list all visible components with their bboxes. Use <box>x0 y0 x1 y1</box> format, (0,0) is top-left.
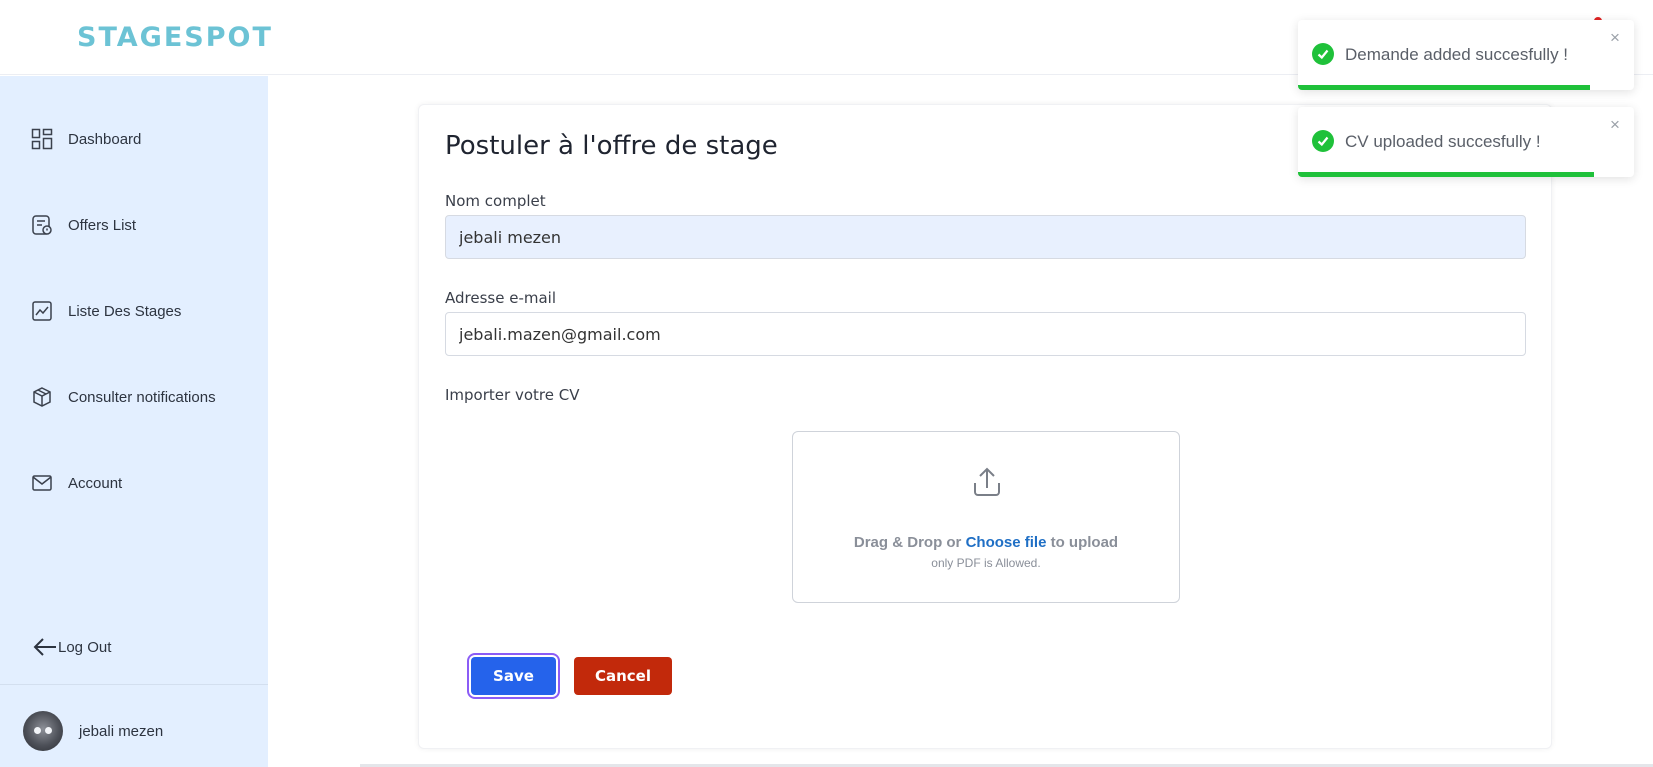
dashboard-grid-icon <box>30 127 54 151</box>
name-field-label: Nom complet <box>445 192 546 210</box>
sidebar-item-account[interactable]: Account <box>30 468 122 498</box>
page-title: Postuler à l'offre de stage <box>445 131 778 161</box>
logout-button[interactable]: Log Out <box>32 636 111 658</box>
sidebar-item-label: Dashboard <box>68 130 142 148</box>
cv-upload-label: Importer votre CV <box>445 386 580 404</box>
cv-dropzone[interactable]: Drag & Drop or Choose file to upload onl… <box>792 431 1180 603</box>
upload-icon <box>969 464 1005 500</box>
sidebar-item-label: Offers List <box>68 216 137 234</box>
toast-progress-bar <box>1298 172 1594 177</box>
toast-message: Demande added succesfully ! <box>1345 45 1569 64</box>
toast-progress-bar <box>1298 85 1591 90</box>
cube-icon <box>30 385 54 409</box>
toast-cv-uploaded: CV uploaded succesfully ! × <box>1298 107 1634 177</box>
sidebar-item-label: Account <box>68 474 123 492</box>
check-circle-icon <box>1312 130 1334 152</box>
arrow-left-icon <box>32 636 58 658</box>
dropzone-text-before: Drag & Drop or <box>853 534 966 551</box>
sidebar-item-dashboard[interactable]: Dashboard <box>30 124 141 154</box>
dropzone-hint: only PDF is Allowed. <box>931 556 1041 570</box>
sidebar: Dashboard Offers List Liste Des Stages C… <box>0 76 268 767</box>
app-logo[interactable]: STAGESPOT <box>77 22 273 53</box>
dropzone-instructions: Drag & Drop or Choose file to upload <box>793 534 1179 551</box>
save-button[interactable]: Save <box>471 657 556 695</box>
name-field[interactable] <box>445 215 1526 259</box>
avatar <box>23 711 63 751</box>
close-icon[interactable]: × <box>1610 115 1620 135</box>
sidebar-item-consulter-notifications[interactable]: Consulter notifications <box>30 382 216 412</box>
user-name: jebali mezen <box>79 722 164 740</box>
sidebar-item-label: Liste Des Stages <box>68 302 182 320</box>
cancel-button[interactable]: Cancel <box>574 657 672 695</box>
email-field[interactable] <box>445 312 1526 356</box>
trend-chart-icon <box>30 299 54 323</box>
toast-demande-added: Demande added succesfully ! × <box>1298 20 1634 90</box>
choose-file-link[interactable]: Choose file <box>966 534 1047 551</box>
close-icon[interactable]: × <box>1610 28 1620 48</box>
dropzone-text-after: to upload <box>1046 534 1119 551</box>
logout-label: Log Out <box>58 638 112 656</box>
envelope-icon <box>30 471 54 495</box>
document-list-icon <box>30 213 54 237</box>
sidebar-item-offers-list[interactable]: Offers List <box>30 210 136 240</box>
application-form-card <box>418 104 1552 749</box>
check-circle-icon <box>1312 43 1334 65</box>
user-profile[interactable]: jebali mezen <box>23 711 163 751</box>
sidebar-item-label: Consulter notifications <box>68 388 216 406</box>
sidebar-item-liste-des-stages[interactable]: Liste Des Stages <box>30 296 181 326</box>
email-field-label: Adresse e-mail <box>445 289 556 307</box>
toast-message: CV uploaded succesfully ! <box>1345 132 1541 151</box>
sidebar-divider <box>0 684 268 685</box>
